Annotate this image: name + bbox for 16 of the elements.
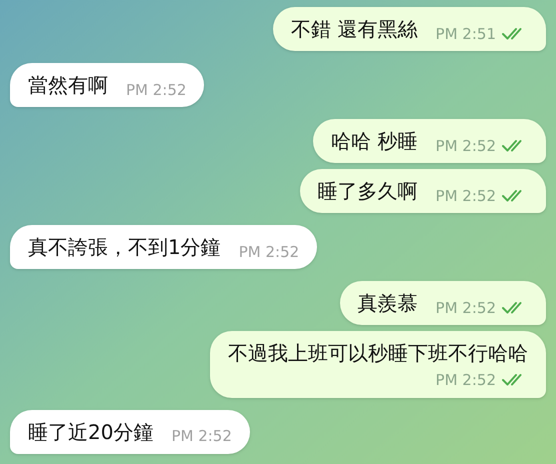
message-time: PM 2:52: [436, 298, 496, 318]
message-text: 不過我上班可以秒睡下班不行哈哈: [228, 340, 528, 366]
message-time: PM 2:52: [436, 136, 496, 156]
message-time: PM 2:52: [126, 80, 186, 100]
message-time: PM 2:52: [171, 426, 232, 447]
message-text: 哈哈 秒睡: [331, 128, 418, 154]
message-text: 睡了近20分鐘: [28, 418, 154, 444]
message-text: 真羨慕: [358, 290, 418, 316]
message-time: PM 2:51: [436, 24, 496, 44]
message-time: PM 2:52: [436, 370, 496, 391]
message-time: PM 2:52: [436, 186, 496, 206]
message-text: 真不誇張，不到1分鐘: [28, 234, 221, 260]
message-text: 當然有啊: [28, 72, 108, 98]
message-text: 不錯 還有黑絲: [291, 16, 418, 42]
message-time: PM 2:52: [238, 242, 300, 262]
message-text: 睡了多久啊: [318, 178, 418, 204]
